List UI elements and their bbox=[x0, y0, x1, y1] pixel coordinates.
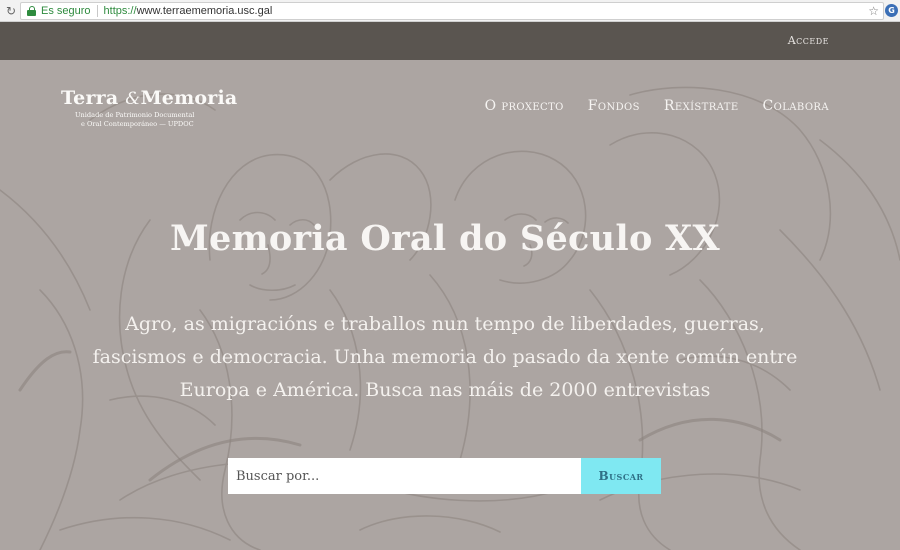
reload-icon[interactable]: ↻ bbox=[4, 4, 18, 18]
logo-ampersand: & bbox=[125, 89, 141, 109]
nav-item-o-proxecto[interactable]: O proxecto bbox=[485, 98, 564, 114]
logo-title: Terra &Memoria bbox=[61, 87, 237, 109]
browser-toolbar: ↻ Es seguro https:// www.terraememoria.u… bbox=[0, 0, 900, 22]
url-divider bbox=[96, 5, 98, 17]
lock-icon bbox=[27, 6, 36, 16]
nav-item-colabora[interactable]: Colabora bbox=[763, 98, 829, 114]
star-icon[interactable]: ☆ bbox=[868, 3, 879, 19]
search-button[interactable]: Buscar bbox=[581, 458, 661, 494]
url-scheme: https:// bbox=[103, 5, 137, 17]
hero-title: Memoria Oral do Século XX bbox=[169, 218, 721, 259]
login-link[interactable]: Accede bbox=[788, 22, 829, 60]
hero-description: Agro, as migracións e traballos nun temp… bbox=[92, 313, 798, 401]
top-bar: Accede bbox=[0, 22, 900, 60]
site-logo[interactable]: Terra &Memoria Unidade de Patrimonio Doc… bbox=[61, 87, 237, 128]
logo-subtitle: Unidade de Patrimonio Documental e Oral … bbox=[75, 111, 237, 128]
search-form: Buscar bbox=[228, 458, 661, 494]
url-host: www.terraememoria.usc.gal bbox=[136, 5, 273, 17]
logo-word-terra: Terra bbox=[61, 87, 119, 109]
secure-label: Es seguro bbox=[41, 5, 91, 17]
nav-item-rexistrate[interactable]: Rexístrate bbox=[664, 98, 739, 114]
address-bar[interactable]: Es seguro https:// www.terraememoria.usc… bbox=[20, 2, 884, 20]
hero-section: Terra &Memoria Unidade de Patrimonio Doc… bbox=[0, 60, 900, 550]
main-nav: O proxecto Fondos Rexístrate Colabora bbox=[461, 98, 829, 114]
extension-icon[interactable]: G bbox=[885, 4, 898, 17]
logo-subtitle-line1: Unidade de Patrimonio Documental bbox=[75, 111, 195, 119]
logo-subtitle-line2: e Oral Contemporáneo — UPDOC bbox=[81, 119, 194, 128]
nav-item-fondos[interactable]: Fondos bbox=[588, 98, 640, 114]
logo-word-memoria: Memoria bbox=[140, 87, 238, 109]
search-input[interactable] bbox=[228, 458, 581, 494]
